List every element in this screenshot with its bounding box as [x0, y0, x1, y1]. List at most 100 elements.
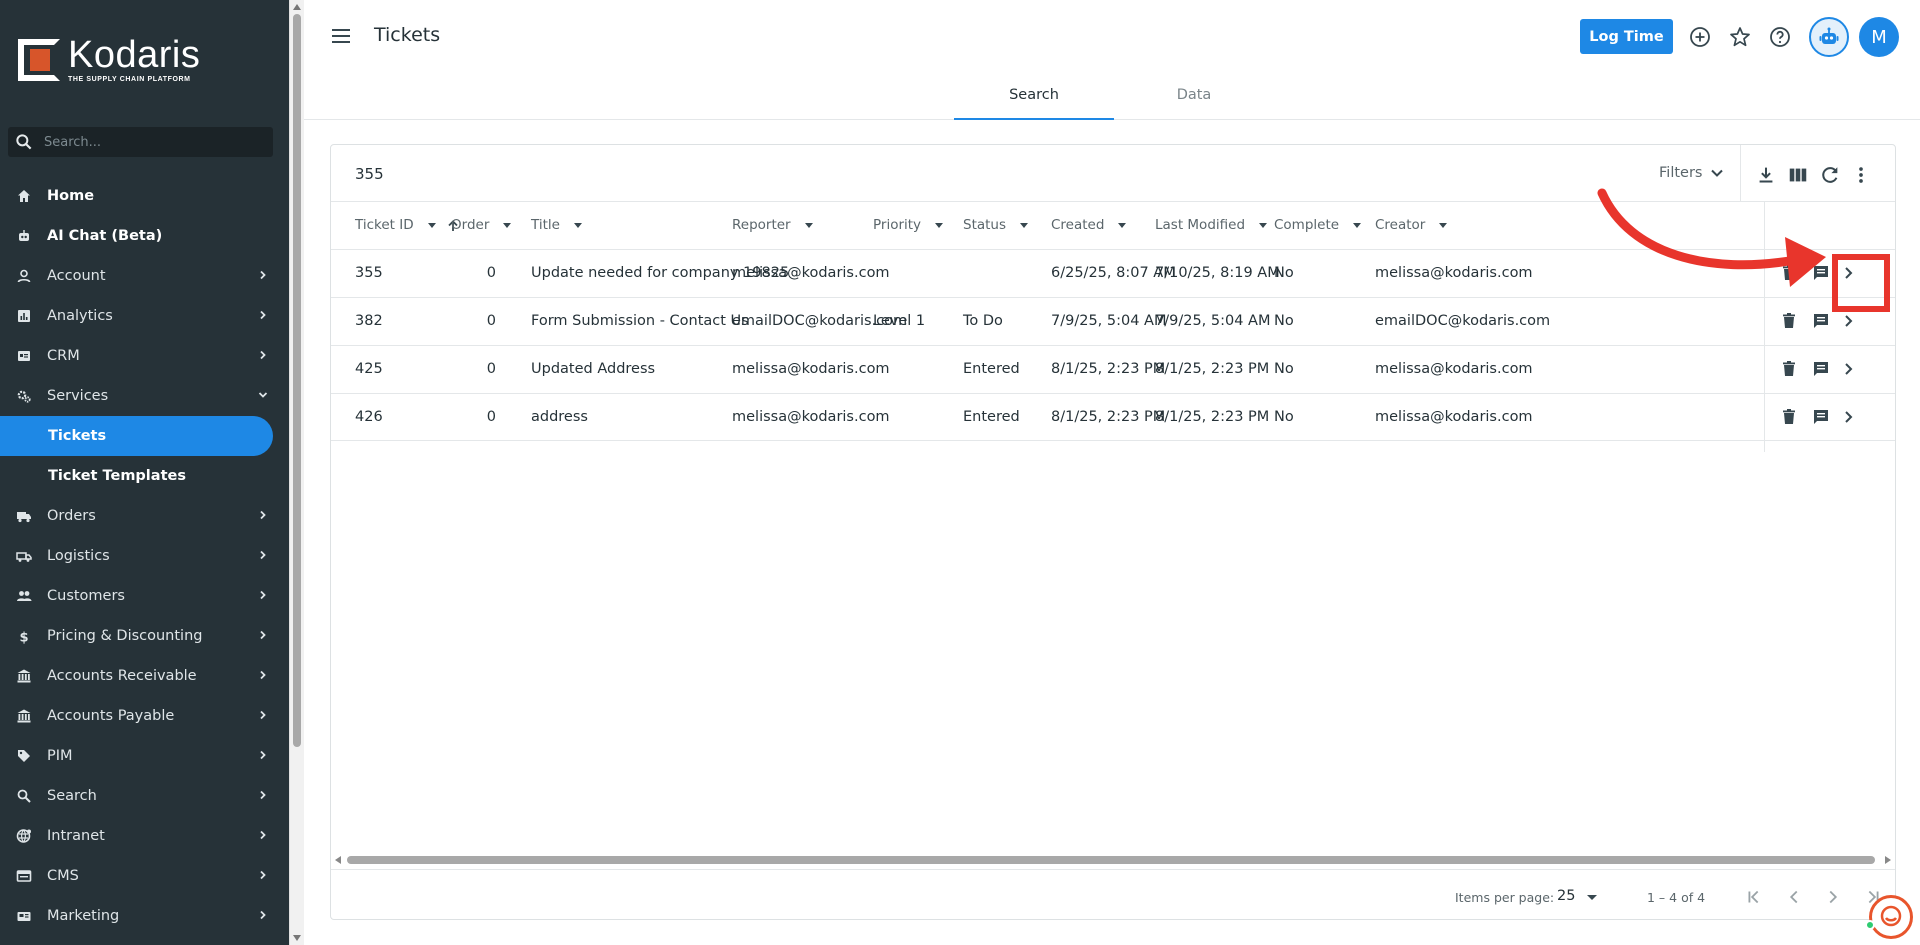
column-header-order[interactable]: Order [451, 202, 512, 249]
scroll-up-arrow-icon[interactable] [293, 4, 301, 10]
tab-search[interactable]: Search [954, 72, 1114, 120]
refresh-icon[interactable] [1819, 164, 1841, 186]
column-header-status[interactable]: Status [963, 202, 1029, 249]
column-header-ticket-id[interactable]: Ticket ID [355, 202, 460, 249]
table-row[interactable]: 426 0 address melissa@kodaris.com Entered 8/1… [331, 393, 1895, 441]
sidebar-item-pim[interactable]: PIM [0, 736, 289, 776]
sidebar-item-analytics[interactable]: Analytics [0, 296, 289, 336]
delete-icon[interactable] [1779, 359, 1799, 379]
sidebar-item-accounts-payable[interactable]: Accounts Payable [0, 696, 289, 736]
sidebar-item-home[interactable]: Home [0, 176, 289, 216]
items-per-page-dropdown-icon[interactable] [1587, 895, 1597, 900]
sidebar-item-label: AI Chat (Beta) [47, 228, 163, 244]
sort-dropdown-icon[interactable] [1353, 223, 1362, 228]
table-row[interactable]: 425 0 Updated Address melissa@kodaris.com En… [331, 345, 1895, 393]
sidebar-item-ai-chat-beta[interactable]: AI Chat (Beta) [0, 216, 289, 256]
scrollbar-thumb[interactable] [293, 14, 301, 747]
menu-icon[interactable] [332, 28, 352, 44]
horizontal-scrollbar-thumb[interactable] [347, 856, 1875, 864]
open-row-chevron-icon[interactable] [1838, 359, 1858, 379]
sidebar-item-account[interactable]: Account [0, 256, 289, 296]
brand-tagline: THE SUPPLY CHAIN PLATFORM [68, 76, 191, 83]
sort-dropdown-icon[interactable] [1118, 223, 1127, 228]
next-page-icon[interactable] [1822, 886, 1844, 908]
sort-dropdown-icon[interactable] [503, 223, 512, 228]
sidebar-search-input[interactable] [44, 134, 244, 150]
help-icon[interactable] [1768, 25, 1792, 49]
sort-dropdown-icon[interactable] [935, 223, 944, 228]
column-header-creator[interactable]: Creator [1375, 202, 1448, 249]
cell-complete: No [1274, 313, 1294, 329]
sidebar-item-label: Account [47, 268, 106, 284]
chevron-right-icon [260, 750, 266, 760]
comment-icon[interactable] [1811, 359, 1831, 379]
column-header-priority[interactable]: Priority [873, 202, 944, 249]
sort-dropdown-icon[interactable] [427, 223, 436, 228]
scroll-right-arrow-icon[interactable] [1885, 856, 1891, 864]
log-time-button[interactable]: Log Time [1580, 19, 1673, 54]
sidebar-item-pricing-discounting[interactable]: $ Pricing & Discounting [0, 616, 289, 656]
sidebar-item-logistics[interactable]: Logistics [0, 536, 289, 576]
page-range: 1 – 4 of 4 [1647, 890, 1706, 905]
sidebar-item-label: Orders [47, 508, 96, 524]
cell-last-modified: 7/10/25, 8:19 AM [1155, 265, 1280, 281]
column-header-created[interactable]: Created [1051, 202, 1127, 249]
support-chat-button[interactable] [1869, 895, 1913, 939]
column-header-reporter[interactable]: Reporter [732, 202, 813, 249]
sidebar-item-orders[interactable]: Orders [0, 496, 289, 536]
chevron-right-icon [260, 790, 266, 800]
star-icon[interactable] [1728, 25, 1752, 49]
column-header-label: Order [451, 217, 490, 233]
sidebar-item-label: Accounts Payable [47, 708, 175, 724]
cell-title: address [531, 409, 588, 425]
items-per-page-select[interactable]: 25 [1557, 888, 1575, 904]
scroll-left-arrow-icon[interactable] [335, 856, 341, 864]
sidebar-item-label: CRM [47, 348, 80, 364]
filters-button[interactable]: Filters [1659, 165, 1724, 181]
ai-assistant-button[interactable] [1809, 17, 1849, 57]
sort-dropdown-icon[interactable] [804, 223, 813, 228]
sidebar-scrollbar[interactable] [289, 0, 304, 945]
columns-icon[interactable] [1787, 164, 1809, 186]
user-avatar[interactable]: M [1859, 17, 1899, 57]
sidebar-item-tickets[interactable]: Tickets [0, 416, 273, 456]
sidebar-item-cms[interactable]: CMS [0, 856, 289, 896]
column-header-complete[interactable]: Complete [1274, 202, 1362, 249]
sort-dropdown-icon[interactable] [1259, 223, 1268, 228]
open-row-chevron-icon[interactable] [1838, 311, 1858, 331]
open-row-chevron-icon[interactable] [1838, 407, 1858, 427]
sidebar-item-accounts-receivable[interactable]: Accounts Receivable [0, 656, 289, 696]
tab-data[interactable]: Data [1114, 72, 1274, 120]
sort-dropdown-icon[interactable] [573, 223, 582, 228]
sidebar-item-search[interactable]: Search [0, 776, 289, 816]
sidebar-item-label: Analytics [47, 308, 113, 324]
sidebar-item-marketing[interactable]: Marketing [0, 896, 289, 936]
kodaris-logo[interactable]: Kodaris THE SUPPLY CHAIN PLATFORM [18, 36, 200, 83]
column-header-title[interactable]: Title [531, 202, 582, 249]
delete-icon[interactable] [1779, 311, 1799, 331]
top-header: Tickets Log Time M [304, 0, 1920, 72]
chevron-right-icon [260, 310, 266, 320]
column-header-last-modified[interactable]: Last Modified [1155, 202, 1268, 249]
sidebar-item-label: Customers [47, 588, 125, 604]
sidebar-item-ticket-templates[interactable]: Ticket Templates [0, 456, 289, 496]
download-icon[interactable] [1755, 164, 1777, 186]
sidebar-item-crm[interactable]: CRM [0, 336, 289, 376]
cell-last-modified: 8/1/25, 2:23 PM [1155, 361, 1270, 377]
sidebar-item-intranet[interactable]: Intranet [0, 816, 289, 856]
delete-icon[interactable] [1779, 407, 1799, 427]
horizontal-scrollbar[interactable] [331, 853, 1895, 867]
sort-dropdown-icon[interactable] [1439, 223, 1448, 228]
add-circle-icon[interactable] [1688, 25, 1712, 49]
scroll-down-arrow-icon[interactable] [293, 935, 301, 941]
sidebar-item-customers[interactable]: Customers [0, 576, 289, 616]
previous-page-icon[interactable] [1783, 886, 1805, 908]
sidebar-item-services[interactable]: Services [0, 376, 289, 416]
comment-icon[interactable] [1811, 407, 1831, 427]
sort-dropdown-icon[interactable] [1020, 223, 1029, 228]
more-vert-icon[interactable] [1850, 164, 1872, 186]
sidebar-search [8, 127, 273, 157]
first-page-icon[interactable] [1743, 886, 1765, 908]
dollar-icon: $ [16, 628, 32, 645]
comment-icon[interactable] [1811, 311, 1831, 331]
